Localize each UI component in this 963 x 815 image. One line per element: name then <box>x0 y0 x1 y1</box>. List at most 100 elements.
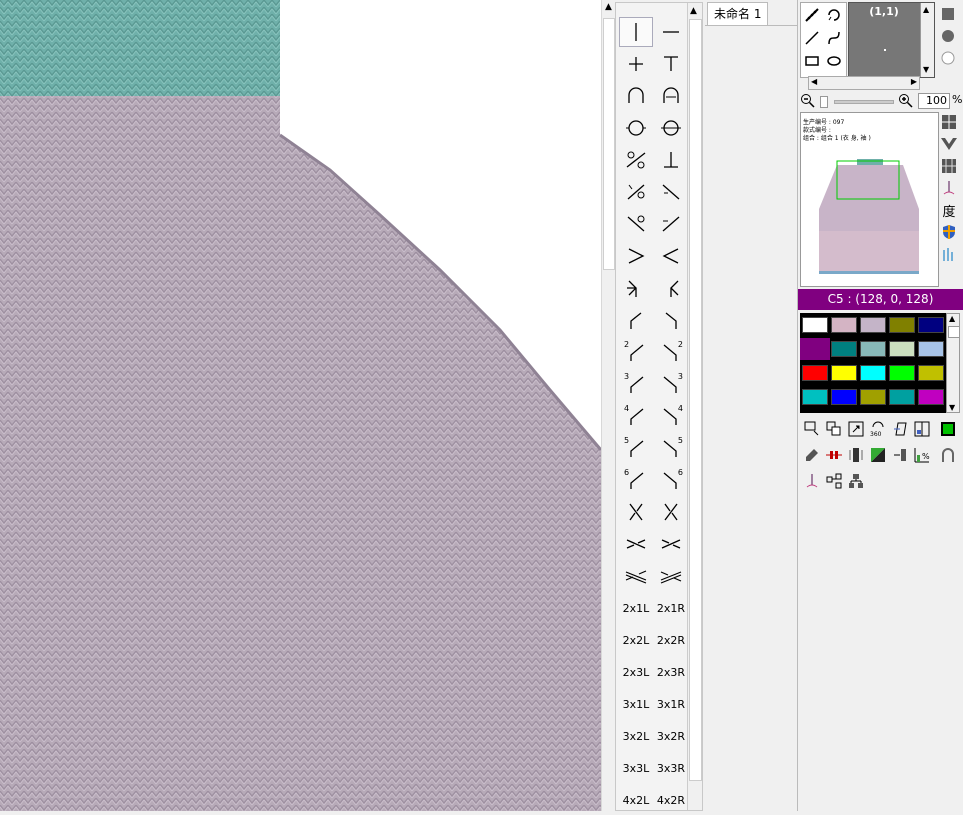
eyedropper-icon[interactable] <box>802 445 822 465</box>
document-tab[interactable]: 未命名 1 <box>707 2 769 25</box>
stitch-item[interactable] <box>619 273 653 303</box>
v-neck-icon[interactable] <box>939 134 959 154</box>
stitch-item[interactable] <box>619 209 653 239</box>
color-swatch[interactable] <box>918 365 944 381</box>
color-swatch[interactable] <box>831 365 857 381</box>
curve-icon[interactable] <box>823 27 845 49</box>
scroll-left-icon[interactable]: ◀ <box>811 77 817 86</box>
color-swatch[interactable] <box>802 389 828 405</box>
line-icon[interactable] <box>801 27 823 49</box>
skew-icon[interactable] <box>890 419 910 439</box>
stitch-item[interactable]: 2x3R <box>654 657 688 687</box>
stitch-item[interactable]: 3 <box>619 369 653 399</box>
stitch-item[interactable] <box>654 305 688 335</box>
scroll-thumb[interactable] <box>948 326 960 338</box>
color-swatch[interactable] <box>918 389 944 405</box>
preview-window[interactable]: (1,1) ▲ ▼ <box>848 2 935 78</box>
stitch-item[interactable] <box>619 81 653 111</box>
select-icon[interactable] <box>802 419 822 439</box>
stitch-item[interactable]: 3x1R <box>654 689 688 719</box>
hierarchy-icon[interactable] <box>846 471 866 491</box>
color-swatch[interactable] <box>889 365 915 381</box>
needle-icon[interactable] <box>939 178 959 198</box>
stitch-item[interactable] <box>619 177 653 207</box>
color-swatch[interactable] <box>800 338 830 360</box>
chart-percent-icon[interactable]: % <box>912 445 932 465</box>
color-swatch[interactable] <box>889 341 915 357</box>
color-swatch[interactable] <box>802 365 828 381</box>
stitch-item[interactable]: 6 <box>654 465 688 495</box>
preview-horizontal-scrollbar[interactable]: ◀ ▶ <box>808 76 920 90</box>
arch-tool-icon[interactable] <box>938 445 958 465</box>
round-brush-icon[interactable] <box>940 28 956 44</box>
color-swatch[interactable] <box>860 317 886 333</box>
scroll-down-icon[interactable]: ▼ <box>949 403 955 412</box>
garment-thumbnail[interactable]: 生产编号 : 097 款式编号 : 组合 : 组合 1 (衣 身, 袖 ) <box>800 112 939 287</box>
stitch-item[interactable]: 2x1L <box>619 593 653 623</box>
degree-label[interactable]: 度 <box>939 200 959 220</box>
square-brush-icon[interactable] <box>940 6 956 22</box>
rectangle-icon[interactable] <box>801 50 823 72</box>
stitch-item[interactable]: 4 <box>619 401 653 431</box>
canvas-vertical-scrollbar[interactable]: ▲ <box>601 0 615 811</box>
resize-icon[interactable] <box>846 419 866 439</box>
copy-icon[interactable] <box>824 419 844 439</box>
swatch-scrollbar[interactable]: ▲ ▼ <box>946 313 960 413</box>
pattern-grid-icon[interactable] <box>939 156 959 176</box>
grid-view-icon[interactable] <box>939 112 959 132</box>
stitch-item[interactable] <box>654 81 688 111</box>
pencil-icon[interactable] <box>801 4 823 26</box>
color-swatch[interactable] <box>889 317 915 333</box>
stitch-item[interactable] <box>654 497 688 527</box>
stitch-item[interactable] <box>619 145 653 175</box>
zoom-slider-track[interactable] <box>834 100 894 104</box>
split-icon[interactable] <box>824 471 844 491</box>
color-swatch[interactable] <box>860 365 886 381</box>
color-swatch[interactable] <box>860 341 886 357</box>
color-swatch[interactable] <box>860 389 886 405</box>
color-swatch[interactable] <box>802 317 828 333</box>
zoom-in-icon[interactable] <box>898 93 914 113</box>
scroll-thumb[interactable] <box>689 19 702 781</box>
stitch-item[interactable] <box>619 561 653 591</box>
outline-brush-icon[interactable] <box>940 50 956 66</box>
rotate-360-icon[interactable]: 360 <box>868 419 888 439</box>
color-swatch[interactable] <box>831 341 857 357</box>
stitch-item[interactable]: 5 <box>654 433 688 463</box>
stitch-item[interactable] <box>619 241 653 271</box>
scroll-up-icon[interactable]: ▲ <box>923 5 929 14</box>
color-swatch[interactable] <box>831 317 857 333</box>
scroll-up-icon[interactable]: ▲ <box>603 2 614 13</box>
color-swatch[interactable] <box>889 389 915 405</box>
stitch-item[interactable]: 2x2L <box>619 625 653 655</box>
color-fill-icon[interactable] <box>938 419 958 439</box>
zoom-out-icon[interactable] <box>800 93 816 113</box>
zoom-input[interactable]: 100 <box>918 93 950 109</box>
stitch-item[interactable]: 3x2R <box>654 721 688 751</box>
shield-icon[interactable] <box>939 222 959 242</box>
needle-pink-icon[interactable] <box>802 471 822 491</box>
stitch-palette-scrollbar[interactable]: ▲ <box>687 3 702 810</box>
stitch-item[interactable] <box>619 305 653 335</box>
color-swatch[interactable] <box>831 389 857 405</box>
stitch-item[interactable] <box>654 113 688 143</box>
stitch-item[interactable] <box>654 273 688 303</box>
knit-canvas[interactable] <box>0 0 601 811</box>
stitch-item[interactable]: 2x2R <box>654 625 688 655</box>
stitch-item[interactable] <box>654 209 688 239</box>
scroll-up-icon[interactable]: ▲ <box>690 6 697 16</box>
zoom-slider-thumb[interactable] <box>820 96 828 108</box>
stitch-item[interactable]: 3x3L <box>619 753 653 783</box>
scroll-right-icon[interactable]: ▶ <box>911 77 917 86</box>
stitch-item[interactable] <box>619 17 653 47</box>
stitch-item[interactable]: 3 <box>654 369 688 399</box>
gradient-icon[interactable] <box>868 445 888 465</box>
stitch-item[interactable]: 4 <box>654 401 688 431</box>
stitch-item[interactable]: 6 <box>619 465 653 495</box>
stitch-item[interactable] <box>619 49 653 79</box>
stitch-item[interactable] <box>654 145 688 175</box>
ellipse-icon[interactable] <box>823 50 845 72</box>
stitch-item[interactable] <box>654 17 688 47</box>
stitch-item[interactable]: 2 <box>619 337 653 367</box>
stitch-item[interactable]: 2 <box>654 337 688 367</box>
